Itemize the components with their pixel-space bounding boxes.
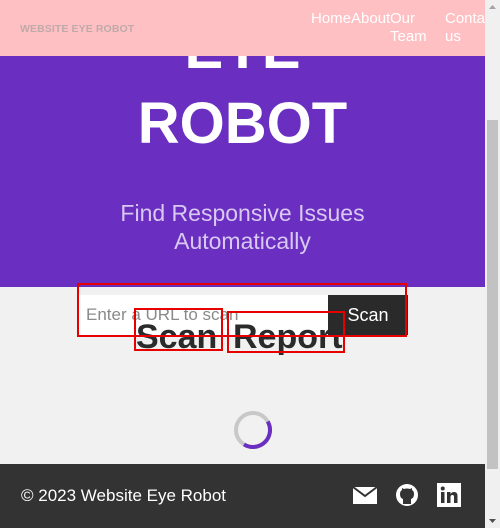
- linkedin-icon[interactable]: [436, 482, 462, 508]
- copyright-text: © 2023 Website Eye Robot: [21, 486, 226, 505]
- hero-subtitle: Find Responsive Issues Automatically: [120, 200, 365, 254]
- scrollbar-thumb[interactable]: [487, 120, 498, 469]
- mail-icon[interactable]: [352, 482, 378, 508]
- navbar: WEBSITE EYE ROBOT Home About Our Team Co…: [0, 0, 485, 56]
- scroll-up-arrow-icon[interactable]: [485, 0, 500, 15]
- nav-link-home[interactable]: Home: [311, 10, 351, 28]
- tab-report[interactable]: Report: [233, 316, 343, 358]
- footer: © 2023 Website Eye Robot: [0, 464, 485, 528]
- hero-title-line2: ROBOT: [137, 91, 348, 156]
- nav-link-our-team[interactable]: Our Team: [390, 10, 430, 46]
- page-viewport: EYE ROBOT Find Responsive Issues Automat…: [0, 0, 485, 528]
- nav-link-contact[interactable]: Contact us: [445, 10, 485, 46]
- brand-logo[interactable]: WEBSITE EYE ROBOT: [20, 23, 134, 35]
- loading-spinner-icon: [234, 411, 272, 449]
- tab-scan[interactable]: Scan: [136, 316, 217, 358]
- scroll-down-arrow-icon[interactable]: [485, 513, 500, 528]
- nav-link-about[interactable]: About: [351, 10, 390, 28]
- vertical-scrollbar[interactable]: [485, 0, 500, 528]
- github-icon[interactable]: [394, 482, 420, 508]
